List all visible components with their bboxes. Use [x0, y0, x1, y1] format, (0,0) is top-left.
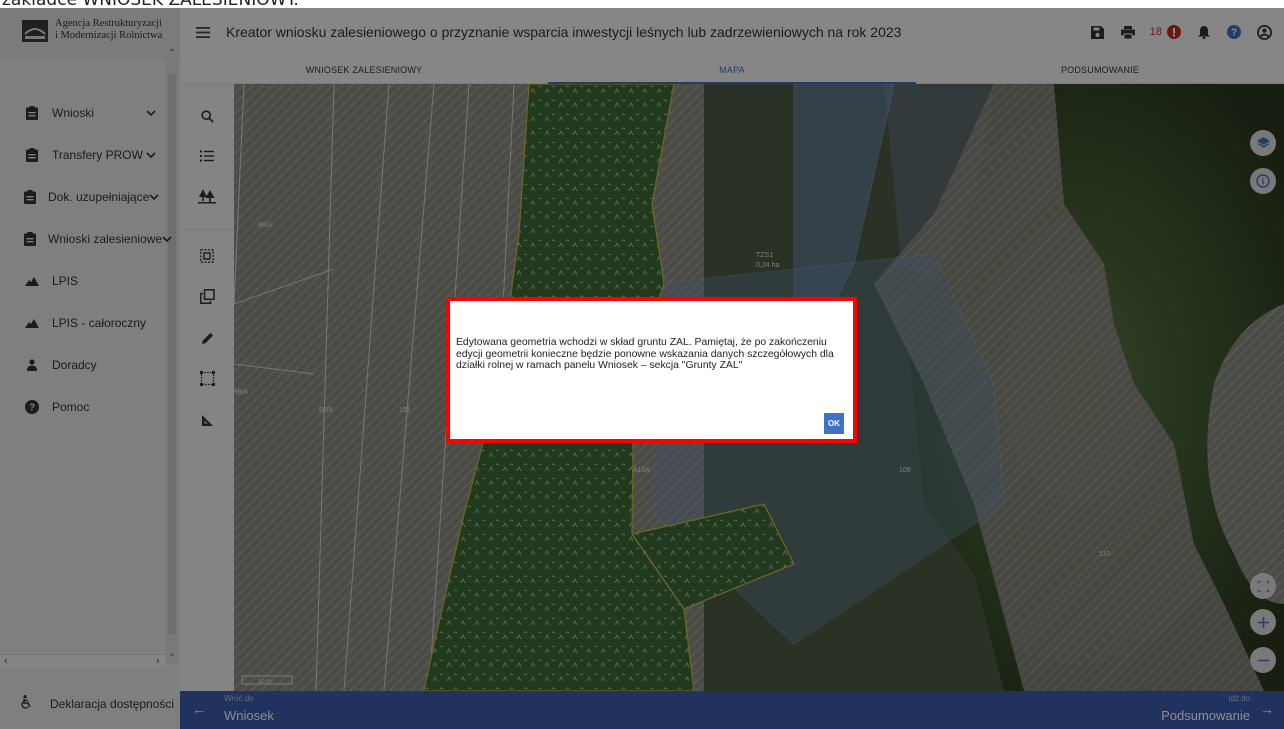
- sidebar-item-doradcy[interactable]: Doradcy: [0, 344, 168, 386]
- dialog-message: Edytowana geometria wchodzi w skład grun…: [456, 337, 834, 372]
- chevron-down-icon: [146, 108, 158, 119]
- measure-icon[interactable]: [195, 409, 219, 433]
- parcel-label: 98/4: [234, 389, 248, 396]
- pencil-icon[interactable]: [195, 326, 219, 350]
- tab-podsumowanie[interactable]: PODSUMOWANIE: [916, 56, 1284, 83]
- save-icon[interactable]: [1090, 24, 1106, 40]
- bell-icon[interactable]: [1196, 24, 1212, 40]
- layers-icon[interactable]: [1250, 130, 1276, 156]
- parcel-label: 110: [1099, 551, 1110, 558]
- chevron-down-icon: [149, 192, 159, 203]
- sidebar-item-wnioski-zalesieniowe[interactable]: Wnioski zalesieniowe: [0, 218, 172, 260]
- sidebar: Agencja Restrukturyzacji i Modernizacji …: [0, 8, 180, 729]
- clipboard-icon: [24, 105, 40, 121]
- person-icon: [24, 357, 40, 373]
- next-caption: Idź do: [1228, 694, 1250, 703]
- arrow-left-icon[interactable]: ←: [192, 701, 206, 717]
- accessibility-declaration-link[interactable]: Deklaracja dostępności: [0, 678, 180, 729]
- help-icon[interactable]: ?: [1226, 24, 1242, 40]
- sidebar-menu: Wnioski Transfery PROW Dok. uzupełniając…: [0, 92, 172, 428]
- sidebar-item-label: Wnioski zalesieniowe: [48, 232, 163, 246]
- layer-list-icon[interactable]: [195, 144, 219, 168]
- mountain-icon: [24, 273, 40, 289]
- sidebar-item-label: Transfery PROW: [52, 148, 143, 162]
- sidebar-item-label: Dok. uzupełniające: [48, 190, 150, 204]
- scale-label: 10 m: [258, 679, 271, 685]
- account-icon[interactable]: [1256, 24, 1272, 40]
- logo-text: Agencja Restrukturyzacji i Modernizacji …: [55, 18, 162, 42]
- toolbar-divider: [180, 229, 234, 230]
- warning-dialog: Edytowana geometria wchodzi w skład grun…: [450, 301, 853, 439]
- tab-mapa[interactable]: MAPA: [548, 56, 916, 84]
- sidebar-horizontal-scrollbar[interactable]: ‹ ›: [0, 654, 166, 668]
- sidebar-item-label: Pomoc: [52, 400, 90, 414]
- clipboard-icon: [24, 147, 40, 163]
- parcel-label: 98/3: [258, 222, 272, 229]
- copy-geometry-icon[interactable]: [195, 284, 219, 308]
- tzs-label: TZS1: [756, 252, 773, 259]
- error-count: 18: [1149, 26, 1162, 38]
- select-area-icon[interactable]: [195, 244, 219, 268]
- scroll-right-icon[interactable]: ›: [156, 655, 160, 667]
- document-caption: zakładce WNIOSEK ZALESIENIOWY.: [0, 0, 299, 10]
- draw-rectangle-icon[interactable]: [195, 366, 219, 390]
- page-title: Kreator wniosku zalesieniowego o przyzna…: [226, 24, 902, 40]
- sidebar-item-dok-uzupelniajace[interactable]: Dok. uzupełniające: [0, 176, 168, 218]
- parcel-label: 98/8: [319, 407, 333, 414]
- chevron-down-icon: [146, 150, 158, 161]
- print-icon[interactable]: [1120, 24, 1136, 40]
- back-button[interactable]: Wniosek: [224, 708, 274, 723]
- arimr-logo-icon: [22, 20, 48, 42]
- sidebar-item-label: LPIS: [52, 274, 79, 288]
- zoom-in-icon[interactable]: [1250, 609, 1276, 635]
- clipboard-icon: [24, 189, 36, 205]
- error-alert-icon[interactable]: [1166, 24, 1182, 40]
- scroll-left-icon[interactable]: ‹: [4, 655, 8, 667]
- ok-button[interactable]: OK: [824, 413, 844, 434]
- tzs-area: 0,24 ha: [756, 262, 779, 269]
- help-icon: ?: [24, 399, 40, 415]
- sidebar-item-wnioski[interactable]: Wnioski: [0, 92, 168, 134]
- tab-wniosek-zalesieniowy[interactable]: WNIOSEK ZALESIENIOWY: [180, 56, 548, 83]
- info-icon[interactable]: [1250, 168, 1276, 194]
- sidebar-item-lpis-caloroczny[interactable]: LPIS - całoroczny: [0, 302, 168, 344]
- sidebar-item-lpis[interactable]: LPIS: [0, 260, 168, 302]
- header-actions: 18 ?: [1090, 24, 1272, 40]
- parcel-label: 101: [399, 407, 411, 414]
- svg-text:?: ?: [1231, 28, 1237, 39]
- wizard-navigation: ← Wróć do Wniosek Idź do Podsumowanie →: [180, 691, 1284, 729]
- wizard-tabs: WNIOSEK ZALESIENIOWY MAPA PODSUMOWANIE: [180, 56, 1284, 84]
- sidebar-scrollbar-thumb[interactable]: [168, 74, 176, 634]
- sidebar-item-pomoc[interactable]: ? Pomoc: [0, 386, 168, 428]
- back-caption: Wróć do: [224, 694, 254, 703]
- fullscreen-icon[interactable]: [1250, 573, 1276, 599]
- logo-line-2: i Modernizacji Rolnictwa: [55, 30, 163, 41]
- parcel-label: 109: [899, 467, 911, 474]
- svg-text:?: ?: [29, 403, 35, 414]
- zoom-out-icon[interactable]: [1250, 647, 1276, 673]
- menu-icon[interactable]: [180, 26, 226, 38]
- chevron-down-icon: [162, 234, 172, 245]
- logo-area: Agencja Restrukturyzacji i Modernizacji …: [0, 8, 180, 60]
- clipboard-icon: [24, 231, 36, 247]
- next-button[interactable]: Podsumowanie: [1161, 708, 1250, 723]
- sidebar-item-label: LPIS - całoroczny: [52, 316, 147, 330]
- map-toolbar: [180, 84, 234, 691]
- forest-icon[interactable]: [195, 184, 219, 208]
- search-icon[interactable]: [195, 104, 219, 128]
- arrow-right-icon[interactable]: →: [1260, 701, 1274, 717]
- scroll-up-icon[interactable]: ⌃: [168, 48, 176, 59]
- accessibility-declaration-label: Deklaracja dostępności: [50, 696, 175, 711]
- parcel-label: A104: [633, 467, 649, 474]
- sidebar-item-transfery-prow[interactable]: Transfery PROW: [0, 134, 168, 176]
- mountain-icon: [24, 315, 40, 331]
- scroll-down-icon[interactable]: ⌄: [168, 648, 176, 659]
- logo-line-1: Agencja Restrukturyzacji: [55, 18, 162, 29]
- app-header: Kreator wniosku zalesieniowego o przyzna…: [180, 8, 1284, 56]
- sidebar-item-label: Doradcy: [52, 358, 97, 372]
- sidebar-item-label: Wnioski: [52, 106, 95, 120]
- accessibility-icon: [20, 695, 36, 712]
